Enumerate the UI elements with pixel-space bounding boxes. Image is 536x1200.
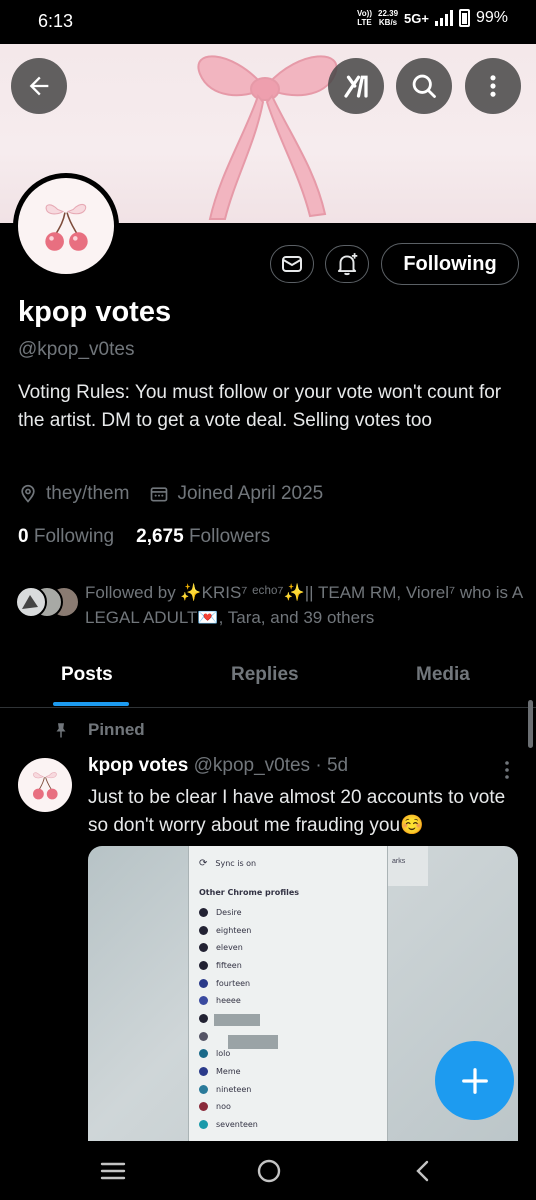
list-item: eighteen: [199, 926, 251, 935]
pin-icon: [56, 723, 66, 738]
signal-icon: [434, 10, 453, 26]
follow-counts: 0 Following 2,675 Followers: [18, 526, 270, 548]
redacted-name: [228, 1035, 278, 1049]
following-button[interactable]: Following: [381, 243, 519, 285]
back-button[interactable]: [11, 58, 67, 114]
more-vertical-icon: [490, 75, 496, 97]
join-date: Joined April 2025: [149, 483, 323, 505]
list-item: seventeen: [199, 1120, 258, 1129]
cherry-bow-icon: [33, 772, 58, 800]
chrome-profiles-menu: ⟳ Sync is on Other Chrome profiles Desire…: [188, 846, 388, 1141]
calendar-icon: [151, 487, 168, 502]
more-button[interactable]: [465, 58, 521, 114]
followed-by-text: Followed by ✨KRIS⁷ ᵉᶜʰᵒ⁷✨|| TEAM RM, Vio…: [85, 583, 523, 627]
status-time: 6:13: [38, 11, 74, 31]
list-item: fifteen: [199, 961, 242, 970]
list-item: lolo: [199, 1049, 230, 1058]
followers-count-link[interactable]: 2,675 Followers: [136, 526, 270, 548]
network-type: 5G+: [404, 10, 429, 26]
post-time: · 5d: [315, 755, 349, 776]
list-item: noo: [199, 1102, 231, 1111]
home-icon[interactable]: [256, 1158, 282, 1184]
post-text: Just to be clear I have almost 20 accoun…: [88, 787, 506, 836]
list-item: [199, 1014, 208, 1023]
post-header: kpop votes @kpop_v0tes · 5d: [88, 755, 348, 777]
scrollbar[interactable]: [528, 700, 533, 748]
volte-indicator: Vo)) LTE: [357, 9, 372, 27]
grok-button[interactable]: [328, 58, 384, 114]
back-nav-icon[interactable]: [412, 1159, 432, 1183]
tab-media[interactable]: Media: [416, 664, 470, 686]
battery-level: 99%: [475, 9, 508, 26]
message-button[interactable]: [270, 245, 314, 283]
status-bar: 6:13 Vo)) LTE 22.39 KB/s 5G+ 99%: [0, 0, 536, 44]
bookmarks-label: arks: [388, 846, 428, 886]
profile-display-name: kpop votes: [18, 296, 172, 328]
search-button[interactable]: [396, 58, 452, 114]
network-speed: 22.39 KB/s: [378, 9, 399, 27]
pronouns: they/them: [18, 483, 129, 505]
battery-icon: [458, 9, 470, 27]
location-pin-icon: [21, 484, 35, 503]
list-item: fourteen: [199, 979, 250, 988]
system-nav-bar: [0, 1141, 536, 1200]
list-item: Meme: [199, 1067, 241, 1076]
profile-avatar[interactable]: [13, 173, 119, 279]
redacted-name: [214, 1014, 260, 1026]
profile-bio: Voting Rules: You must follow or your vo…: [18, 382, 502, 431]
search-icon: [412, 74, 436, 98]
plus-icon: [461, 1067, 488, 1094]
profile-tabs: Posts Replies Media: [0, 650, 536, 708]
more-vertical-icon[interactable]: [502, 760, 512, 780]
profile-meta: they/them Joined April 2025: [18, 483, 323, 505]
notifications-button[interactable]: [325, 245, 369, 283]
following-count-link[interactable]: 0 Following: [18, 526, 114, 548]
profile-handle: @kpop_v0tes: [18, 339, 135, 360]
envelope-icon: [282, 256, 302, 272]
pinned-label: Pinned: [52, 720, 145, 740]
followers-avatars: [15, 586, 80, 618]
list-item: eleven: [199, 943, 243, 952]
list-item: [199, 1032, 208, 1041]
active-tab-indicator: [53, 702, 129, 706]
grok-icon: [344, 75, 368, 98]
list-item: nineteen: [199, 1085, 251, 1094]
bell-plus-icon: [337, 253, 358, 276]
compose-button[interactable]: [435, 1041, 514, 1120]
tab-replies[interactable]: Replies: [231, 664, 299, 686]
list-item: heeee: [199, 996, 241, 1005]
post-avatar[interactable]: [18, 758, 72, 812]
post-author[interactable]: kpop votes: [88, 755, 188, 776]
cherry-bow-icon: [45, 204, 88, 251]
recent-apps-icon[interactable]: [100, 1159, 126, 1183]
post-handle: @kpop_v0tes: [193, 755, 311, 776]
tab-posts[interactable]: Posts: [61, 664, 113, 686]
arrow-left-icon: [29, 76, 49, 96]
list-item: Desire: [199, 908, 242, 917]
